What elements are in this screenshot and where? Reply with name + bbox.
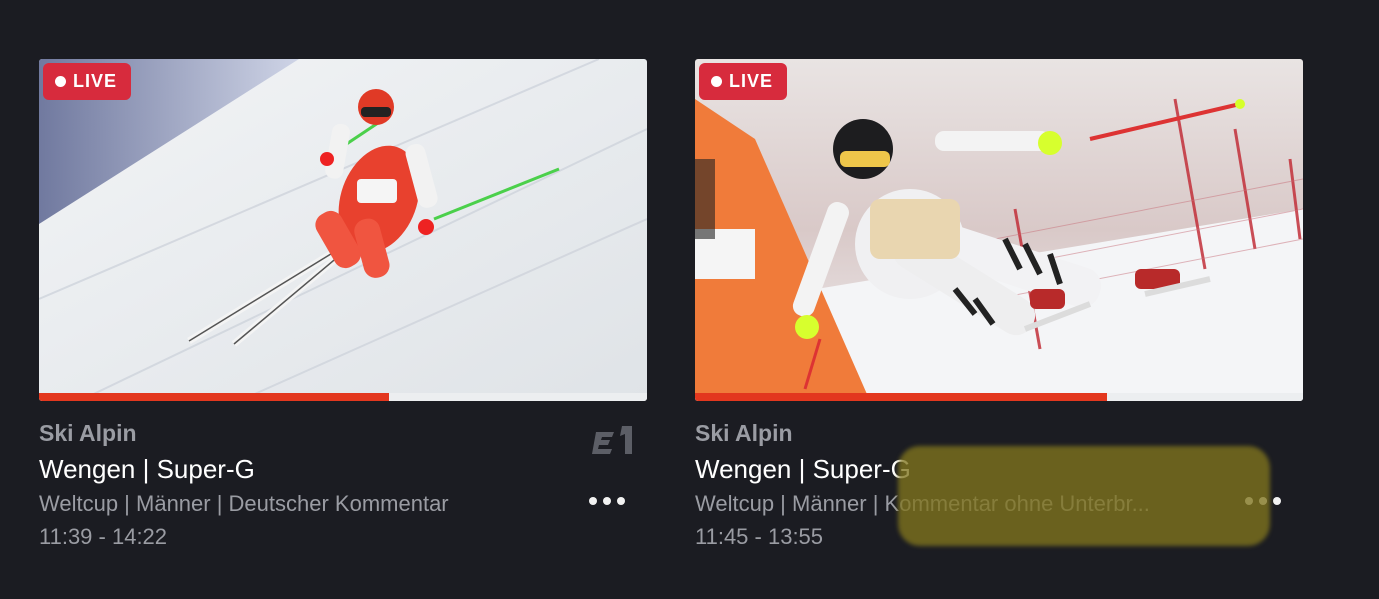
video-card-1[interactable]: LIVE Ski Alpin Wengen | Super-G Weltcup … bbox=[39, 59, 647, 559]
page: LIVE Ski Alpin Wengen | Super-G Weltcup … bbox=[0, 0, 1379, 599]
more-dot bbox=[1259, 497, 1267, 505]
video-thumbnail[interactable]: LIVE bbox=[39, 59, 647, 401]
event-time: 11:45 - 13:55 bbox=[695, 524, 824, 549]
live-badge: LIVE bbox=[43, 63, 132, 100]
event-time: 11:39 - 14:22 bbox=[39, 524, 168, 549]
video-thumbnail[interactable]: LIVE bbox=[695, 59, 1303, 401]
more-dot bbox=[603, 497, 611, 505]
card-meta: Ski Alpin Wengen | Super-G Weltcup | Män… bbox=[39, 419, 647, 559]
event-title[interactable]: Wengen | Super-G bbox=[39, 453, 647, 485]
live-label: LIVE bbox=[73, 71, 118, 91]
card-meta: Ski Alpin Wengen | Super-G Weltcup | Män… bbox=[695, 419, 1303, 559]
sport-label: Ski Alpin bbox=[695, 420, 793, 446]
event-title[interactable]: Wengen | Super-G bbox=[695, 453, 1303, 485]
progress-bar bbox=[39, 393, 647, 401]
more-dot bbox=[1245, 497, 1253, 505]
progress-fill bbox=[695, 393, 1108, 401]
more-dot bbox=[589, 497, 597, 505]
live-badge: LIVE bbox=[699, 63, 788, 100]
video-card-2[interactable]: LIVE Ski Alpin Wengen | Super-G Weltcup … bbox=[695, 59, 1303, 559]
eurosport-1-logo bbox=[592, 426, 632, 454]
more-options-button[interactable] bbox=[1245, 491, 1281, 511]
event-subtitle: Weltcup | Männer | Deutscher Kommentar bbox=[39, 491, 449, 516]
sport-label: Ski Alpin bbox=[39, 420, 137, 446]
more-options-button[interactable] bbox=[589, 491, 625, 511]
skier-image bbox=[695, 59, 1303, 401]
more-dot bbox=[617, 497, 625, 505]
live-dot-icon bbox=[711, 76, 722, 87]
more-dot bbox=[1273, 497, 1281, 505]
progress-fill bbox=[39, 393, 389, 401]
progress-bar bbox=[695, 393, 1303, 401]
live-dot-icon bbox=[55, 76, 66, 87]
event-subtitle: Weltcup | Männer | Kommentar ohne Unterb… bbox=[695, 491, 1150, 516]
live-label: LIVE bbox=[729, 71, 774, 91]
skier-image bbox=[39, 59, 647, 401]
